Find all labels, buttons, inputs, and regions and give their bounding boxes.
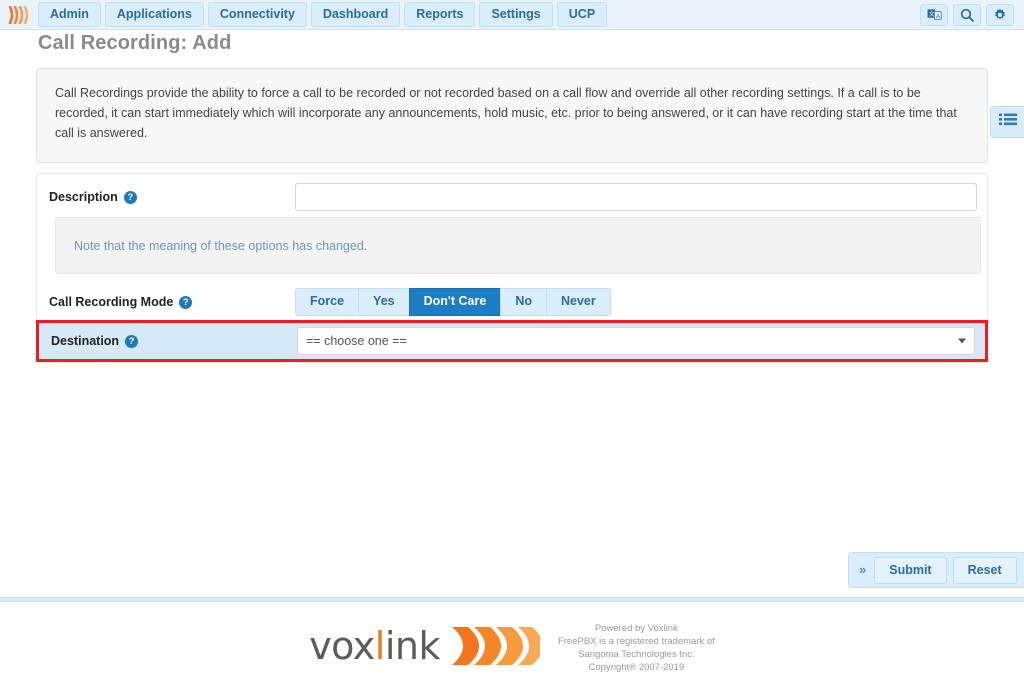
call-recording-mode-control: Force Yes Don't Care No Never (295, 288, 977, 316)
list-panel-icon (998, 113, 1017, 132)
voxlink-wave-logo-icon[interactable] (8, 5, 34, 25)
description-label-group: Description ? (47, 190, 295, 204)
form-row-description: Description ? (37, 174, 987, 217)
svg-text:文: 文 (928, 10, 934, 18)
page-title: Call Recording: Add (38, 32, 232, 54)
note-text: Note that the meaning of these options h… (74, 238, 368, 253)
page-footer: voxlink Powered by Voxlink FreePBX is a … (0, 608, 1024, 683)
help-icon[interactable]: ? (123, 190, 137, 204)
info-panel-text: Call Recordings provide the ability to f… (55, 86, 957, 140)
footer-divider (0, 597, 1024, 602)
footer-legal-line-1: Powered by Voxlink (594, 622, 678, 634)
form-row-call-recording-mode: Call Recording Mode ? Force Yes Don't Ca… (37, 284, 987, 320)
form-row-destination: Destination ? == choose one == (36, 320, 988, 362)
footer-legal-text: Powered by Voxlink FreePBX is a register… (558, 618, 715, 674)
footer-legal-line-3: Sangoma Technologies Inc. (578, 648, 695, 660)
voxlink-logo: voxlink (309, 623, 540, 669)
description-label: Description (49, 190, 118, 204)
nav-icon-group: 文 A (920, 3, 1018, 26)
voxlink-wordmark-part-b: ink (384, 623, 441, 668)
destination-selected-value: == choose one == (306, 334, 407, 348)
nav-tab-reports[interactable]: Reports (404, 2, 476, 27)
destination-control: == choose one == (297, 327, 975, 355)
voxlink-wordmark-part-l: l (374, 623, 386, 668)
mode-option-yes[interactable]: Yes (358, 288, 409, 316)
note-box: Note that the meaning of these options h… (55, 217, 981, 274)
description-input[interactable] (295, 183, 977, 211)
call-recording-form: Description ? Note that the meaning of t… (36, 173, 988, 363)
svg-text:A: A (935, 13, 939, 19)
call-recording-mode-label: Call Recording Mode (49, 295, 174, 309)
mode-option-force[interactable]: Force (295, 288, 359, 316)
mode-option-dont-care[interactable]: Don't Care (408, 288, 501, 316)
search-icon[interactable] (953, 3, 981, 26)
voxlink-wordmark: voxlink (309, 626, 440, 666)
help-icon[interactable]: ? (179, 295, 193, 309)
destination-label-group: Destination ? (49, 334, 297, 348)
help-icon[interactable]: ? (125, 334, 139, 348)
nav-tab-dashboard[interactable]: Dashboard (310, 2, 401, 27)
nav-tab-connectivity[interactable]: Connectivity (207, 2, 307, 27)
footer-legal-line-4: Copyright® 2007-2019 (588, 661, 685, 673)
reset-button[interactable]: Reset (952, 556, 1017, 584)
submit-button[interactable]: Submit (874, 556, 947, 584)
call-recording-mode-button-group: Force Yes Don't Care No Never (295, 288, 611, 316)
voxlink-wordmark-part-a: vox (309, 623, 375, 668)
expand-actions-icon[interactable]: » (857, 563, 868, 577)
top-navigation-bar: Admin Applications Connectivity Dashboar… (0, 0, 1024, 30)
destination-label: Destination (51, 334, 120, 348)
nav-tab-admin[interactable]: Admin (38, 2, 101, 27)
description-control (295, 183, 977, 211)
nav-tab-settings[interactable]: Settings (479, 2, 553, 27)
side-panel-toggle[interactable] (990, 106, 1024, 138)
translate-icon[interactable]: 文 A (920, 3, 948, 26)
form-action-bar: » Submit Reset (848, 552, 1024, 588)
nav-tab-ucp[interactable]: UCP (556, 2, 608, 27)
nav-tab-applications[interactable]: Applications (104, 2, 204, 27)
gear-icon[interactable] (986, 3, 1014, 26)
destination-select-wrapper: == choose one == (297, 327, 975, 355)
mode-option-never[interactable]: Never (545, 288, 611, 316)
mode-option-no[interactable]: No (500, 288, 546, 316)
info-panel: Call Recordings provide the ability to f… (36, 68, 988, 163)
voxlink-wave-mark-icon (451, 626, 540, 665)
main-nav-tabs: Admin Applications Connectivity Dashboar… (38, 2, 608, 27)
call-recording-mode-label-group: Call Recording Mode ? (47, 295, 295, 309)
note-wrapper: Note that the meaning of these options h… (37, 217, 987, 284)
destination-select[interactable]: == choose one == (297, 327, 975, 355)
footer-legal-line-2: FreePBX is a registered trademark of (557, 635, 715, 647)
